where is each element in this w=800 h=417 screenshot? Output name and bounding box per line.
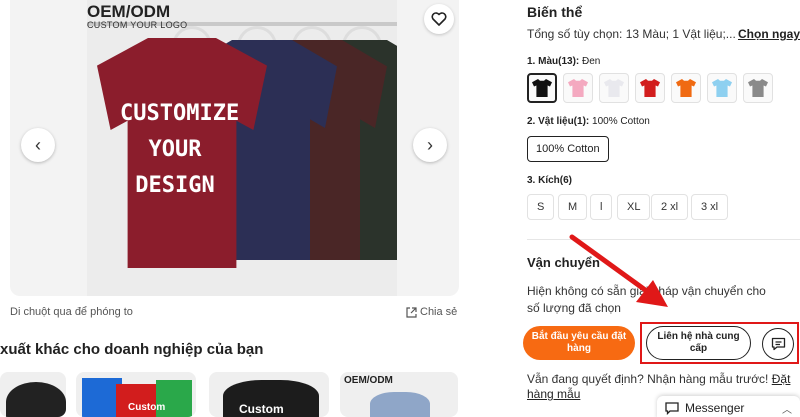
brand-subtitle: CUSTOM YOUR LOGO	[87, 20, 188, 30]
thumb-label: OEM/ODM	[344, 375, 393, 386]
messenger-widget[interactable]: Messenger ︿	[657, 396, 800, 417]
related-product-thumb[interactable]	[0, 372, 66, 417]
color-swatch[interactable]	[563, 73, 593, 103]
sample-prompt-text: Vẫn đang quyết định? Nhận hàng mẫu trước…	[527, 372, 772, 386]
color-label: 1. Màu(13): Đen	[527, 56, 600, 67]
variants-heading: Biến thể	[527, 4, 583, 20]
material-label-value: 100% Cotton	[592, 116, 650, 127]
size-label: 3. Kích(6)	[527, 175, 572, 186]
favorite-button[interactable]	[424, 4, 454, 34]
next-image-button[interactable]: ›	[413, 128, 447, 162]
variants-summary: Tổng số tùy chọn: 13 Màu; 1 Vật liệu;...	[527, 27, 736, 41]
share-button[interactable]: Chia sẻ	[406, 306, 457, 318]
shipping-heading: Vận chuyển	[527, 255, 600, 270]
size-option-xl[interactable]: XL	[617, 194, 651, 220]
color-label-key: 1. Màu(13):	[527, 56, 580, 67]
size-label-key: 3. Kích(6)	[527, 175, 573, 186]
size-option-l[interactable]: l	[590, 194, 613, 220]
thumb-label: Custom	[239, 402, 284, 416]
prev-image-button[interactable]: ‹	[21, 128, 55, 162]
messenger-icon	[665, 401, 679, 415]
chat-icon	[771, 337, 785, 351]
size-option-m[interactable]: M	[558, 194, 588, 220]
promo-line: DESIGN	[135, 173, 215, 198]
color-label-value: Đen	[582, 56, 601, 67]
contact-supplier-button[interactable]: Liên hệ nhà cung cấp	[646, 326, 751, 360]
section-divider	[527, 239, 800, 240]
color-swatch[interactable]	[743, 73, 773, 103]
tshirt-icon	[568, 79, 588, 97]
material-label-key: 2. Vật liệu(1):	[527, 116, 590, 127]
color-swatch[interactable]	[599, 73, 629, 103]
size-option-s[interactable]: S	[527, 194, 555, 220]
related-product-thumb[interactable]: Custom	[76, 372, 196, 417]
size-option-3xl[interactable]: 3 xl	[691, 194, 729, 220]
tshirt-icon	[532, 79, 552, 97]
color-swatch[interactable]	[635, 73, 665, 103]
messenger-label: Messenger	[685, 401, 745, 415]
start-order-button[interactable]: Bắt đầu yêu cầu đặt hàng	[523, 326, 635, 360]
purchase-panel: Biến thể Tổng số tùy chọn: 13 Màu; 1 Vật…	[514, 0, 800, 417]
chevron-right-icon: ›	[427, 134, 433, 155]
color-swatch[interactable]	[707, 73, 737, 103]
share-icon	[406, 306, 417, 318]
material-option-button[interactable]: 100% Cotton	[527, 136, 609, 162]
related-product-thumb[interactable]: Custom	[209, 372, 329, 417]
related-product-thumb[interactable]: OEM/ODM	[340, 372, 458, 417]
heart-icon	[431, 12, 447, 26]
brand-title: OEM/ODM	[87, 2, 171, 21]
zoom-hint: Di chuột qua để phóng to	[10, 306, 133, 318]
share-label: Chia sẻ	[420, 306, 458, 318]
related-products-title: xuất khác cho doanh nghiệp của bạn	[0, 341, 264, 358]
size-option-2xl[interactable]: 2 xl	[651, 194, 689, 220]
thumb-shirt	[6, 382, 66, 417]
tshirt-icon	[748, 79, 768, 97]
chat-button[interactable]	[762, 328, 794, 360]
product-gallery: OEM/ODM CUSTOM YOUR LOGO CUSTOMIZE YOUR …	[10, 0, 459, 296]
tshirt-icon	[640, 79, 660, 97]
choose-now-link[interactable]: Chọn ngay	[738, 27, 800, 41]
chevron-up-icon: ︿	[782, 404, 792, 416]
promo-line: YOUR	[148, 137, 202, 162]
chevron-left-icon: ‹	[35, 134, 41, 155]
shipping-note: Hiện không có sẵn giải pháp vận chuyển c…	[527, 284, 766, 315]
tshirt-icon	[712, 79, 732, 97]
promo-line: CUSTOMIZE	[120, 101, 240, 126]
thumb-shirt	[370, 392, 430, 417]
promo-text: CUSTOMIZE YOUR DESIGN	[120, 96, 240, 204]
color-swatch[interactable]	[671, 73, 701, 103]
color-swatch[interactable]	[527, 73, 557, 103]
thumb-label: Custom	[128, 402, 166, 413]
material-label: 2. Vật liệu(1): 100% Cotton	[527, 116, 650, 127]
tshirt-icon	[604, 79, 624, 97]
tshirt-icon	[676, 79, 696, 97]
